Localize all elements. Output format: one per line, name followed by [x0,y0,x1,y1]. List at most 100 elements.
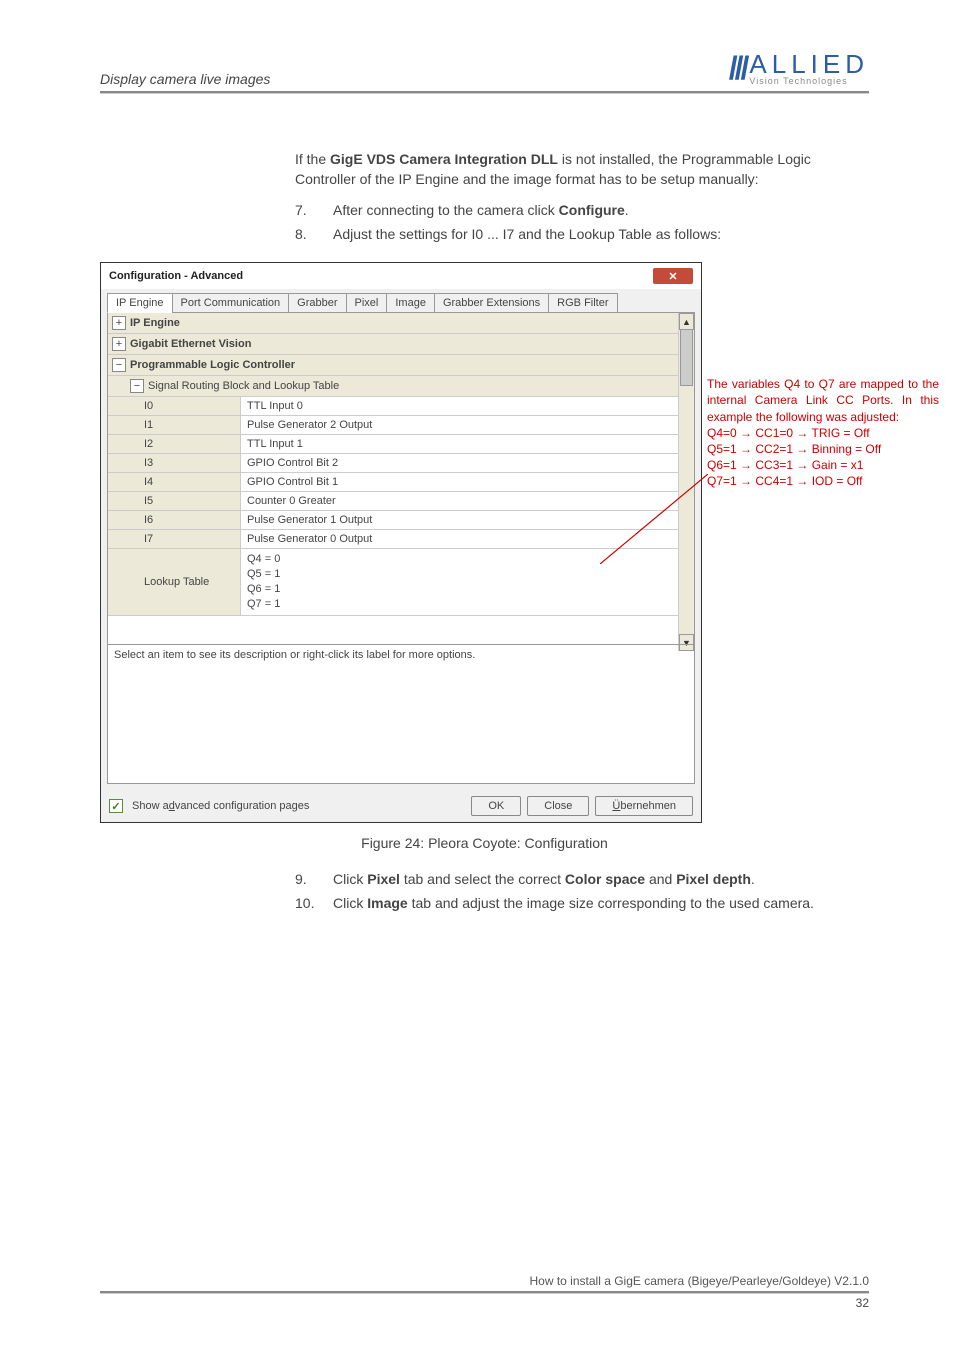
prop-name: I5 [108,492,241,510]
footer-separator [100,1291,869,1294]
step-num: 7. [295,200,319,220]
logo-main-text: ALLIED [749,51,869,77]
tab-ip-engine[interactable]: IP Engine [107,293,173,313]
t: Pixel [367,871,400,887]
steps-7-8: 7. After connecting to the camera click … [295,200,869,245]
lookup-line: Q7 = 1 [247,597,280,612]
property-row-i5[interactable]: I5 Counter 0 Greater [108,492,694,511]
cat-label: Programmable Logic Controller [130,359,295,371]
tab-rgb-filter[interactable]: RGB Filter [548,293,617,313]
footer-text: How to install a GigE camera (Bigeye/Pea… [100,1274,869,1288]
prop-value[interactable]: GPIO Control Bit 2 [241,454,694,472]
scroll-up-icon[interactable]: ▲ [679,313,694,330]
collapse-icon[interactable]: − [130,379,144,393]
checkbox-advanced[interactable]: ✓ [109,799,123,813]
callout-annotation: The variables Q4 to Q7 are mapped to the… [707,376,939,489]
property-row-i4[interactable]: I4 GPIO Control Bit 1 [108,473,694,492]
tab-grabber[interactable]: Grabber [288,293,346,313]
scroll-thumb[interactable] [680,329,693,386]
prop-name: I4 [108,473,241,491]
t: Pixel depth [676,871,751,887]
prop-value[interactable]: TTL Input 1 [241,435,694,453]
description-area: Select an item to see its description or… [108,644,694,783]
lookup-line: Q4 = 0 [247,552,280,567]
header-separator [100,91,869,94]
step-text: After connecting to the camera click [333,202,559,218]
property-row-i1[interactable]: I1 Pulse Generator 2 Output [108,416,694,435]
property-row-lookup[interactable]: Lookup Table Q4 = 0 Q5 = 1 Q6 = 1 Q7 = 1 [108,549,694,615]
t: tab and select the correct [400,871,565,887]
configuration-dialog: Configuration - Advanced ✕ IP Engine Por… [100,262,702,823]
prop-value[interactable]: Q4 = 0 Q5 = 1 Q6 = 1 Q7 = 1 [241,549,286,614]
t: and [645,871,676,887]
prop-value[interactable]: Counter 0 Greater [241,492,694,510]
cat-label: IP Engine [130,317,180,329]
prop-value[interactable]: TTL Input 0 [241,397,694,415]
subcat-label: Signal Routing Block and Lookup Table [148,380,339,392]
prop-name: I1 [108,416,241,434]
t: Click [333,871,367,887]
category-ip-engine[interactable]: + IP Engine [108,313,694,334]
logo: /// ALLIED Vision Technologies [729,50,869,87]
tab-grabber-extensions[interactable]: Grabber Extensions [434,293,549,313]
intro-paragraph: If the GigE VDS Camera Integration DLL i… [295,149,869,190]
collapse-icon[interactable]: − [112,358,126,372]
tab-port-communication[interactable]: Port Communication [172,293,290,313]
property-row-i7[interactable]: I7 Pulse Generator 0 Output [108,530,694,549]
property-row-i0[interactable]: I0 TTL Input 0 [108,397,694,416]
t: Color space [565,871,645,887]
dialog-title-text: Configuration - Advanced [109,270,243,282]
callout-line: Q4=0 → CC1=0 → TRIG = Off [707,425,939,441]
step-text: Adjust the settings for I0 ... I7 and th… [333,224,721,244]
step-9: 9. Click Pixel tab and select the correc… [295,869,869,889]
close-button[interactable]: ✕ [653,268,693,284]
prop-value[interactable]: GPIO Control Bit 1 [241,473,694,491]
prop-value[interactable]: Pulse Generator 2 Output [241,416,694,434]
callout-line: Q7=1 → CC4=1 → IOD = Off [707,473,939,489]
category-gigabit-ethernet-vision[interactable]: + Gigabit Ethernet Vision [108,334,694,355]
step-10: 10. Click Image tab and adjust the image… [295,893,869,913]
logo-slashes-icon: /// [729,50,747,87]
page-header: Display camera live images /// ALLIED Vi… [100,50,869,87]
t: . [751,871,755,887]
t: tab and adjust the image size correspond… [408,895,814,911]
prop-name: I2 [108,435,241,453]
property-tree: + IP Engine + Gigabit Ethernet Vision − … [108,313,694,615]
prop-name: I7 [108,530,241,548]
logo-sub-text: Vision Technologies [749,77,869,86]
prop-name: I0 [108,397,241,415]
tab-content: + IP Engine + Gigabit Ethernet Vision − … [107,313,695,784]
figure-caption: Figure 24: Pleora Coyote: Configuration [100,835,869,851]
tab-pixel[interactable]: Pixel [346,293,388,313]
step-num: 8. [295,224,319,244]
expand-icon[interactable]: + [112,337,126,351]
prop-value[interactable]: Pulse Generator 0 Output [241,530,694,548]
category-plc[interactable]: − Programmable Logic Controller [108,355,694,376]
t: Click [333,895,367,911]
step-bold: Configure [559,202,625,218]
callout-intro: The variables Q4 to Q7 are mapped to the… [707,376,939,425]
checkbox-label[interactable]: Show advanced configuration pages [132,800,309,812]
property-row-i6[interactable]: I6 Pulse Generator 1 Output [108,511,694,530]
step-num: 10. [295,893,319,913]
prop-name: Lookup Table [108,549,241,614]
t: Image [367,895,407,911]
tab-image[interactable]: Image [386,293,435,313]
callout-line: Q6=1 → CC3=1 → Gain = x1 [707,457,939,473]
step-8: 8. Adjust the settings for I0 ... I7 and… [295,224,869,244]
prop-name: I6 [108,511,241,529]
tab-bar: IP Engine Port Communication Grabber Pix… [107,293,695,313]
intro-bold: GigE VDS Camera Integration DLL [330,151,558,167]
property-row-i3[interactable]: I3 GPIO Control Bit 2 [108,454,694,473]
cat-label: Gigabit Ethernet Vision [130,338,251,350]
page-number: 32 [100,1296,869,1310]
close-button[interactable]: Close [527,796,589,816]
prop-value[interactable]: Pulse Generator 1 Output [241,511,694,529]
scrollbar[interactable]: ▲ ▼ [678,313,694,651]
ok-button[interactable]: OK [471,796,521,816]
page-footer: How to install a GigE camera (Bigeye/Pea… [100,1272,869,1310]
apply-button[interactable]: Übernehmen [595,796,693,816]
expand-icon[interactable]: + [112,316,126,330]
property-row-i2[interactable]: I2 TTL Input 1 [108,435,694,454]
subcategory-signal-block[interactable]: − Signal Routing Block and Lookup Table [108,376,694,397]
